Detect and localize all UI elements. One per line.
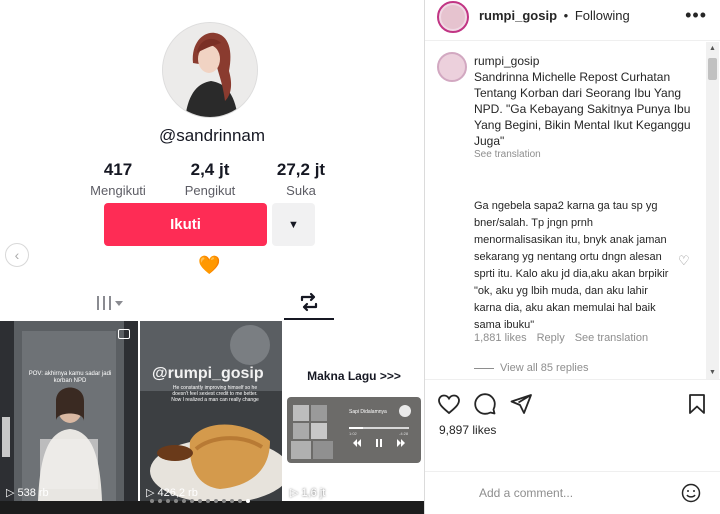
stat-followers-label: Pengikut [184,183,236,198]
stat-following[interactable]: 417 Mengikuti [73,160,163,198]
carousel-dot[interactable] [174,499,178,503]
header-username[interactable]: rumpi_gosip [479,8,557,23]
comments-section: rumpi_gosip Sandrinna Michelle Repost Cu… [425,42,708,378]
comment-see-translation[interactable]: See translation [575,332,648,344]
caption-username[interactable]: rumpi_gosip [474,54,539,68]
repost-icon [300,292,318,311]
thumbnail-caption: POV: akhirnya kamu sadar jadi korban NPD [28,371,112,384]
header-avatar[interactable] [437,1,469,33]
tab-reposts[interactable] [284,285,334,320]
comment-icon[interactable] [473,392,497,416]
comment-likes[interactable]: 1,881 likes [474,332,527,344]
orange-heart-icon: 🧡 [198,255,221,275]
player-track-title: Sapi Didalamnya [349,409,387,415]
stat-followers-count: 2,4 jt [190,160,230,179]
profile-avatar[interactable] [162,22,258,118]
multi-photo-icon [118,329,130,339]
stat-followers[interactable]: 2,4 jt Pengikut [165,160,255,198]
previous-button[interactable]: ‹ [5,243,29,267]
view-replies-label: View all 85 replies [500,362,589,374]
grid-icon [97,295,123,310]
follow-button[interactable]: Ikuti [104,203,267,246]
carousel-dot[interactable] [182,499,186,503]
more-options-button[interactable]: ▼ [272,203,315,246]
stat-likes-count: 27,2 jt [276,160,326,179]
bookmark-icon[interactable] [685,392,709,416]
player-time-elapsed: 1:02 [349,431,357,436]
add-comment-bar: Add a comment... [425,471,720,514]
smiley-icon[interactable] [681,483,701,503]
profile-username: @sandrinnam [158,126,266,145]
play-icon: ▷ [146,487,155,499]
reply-button[interactable]: Reply [537,332,565,344]
like-icon[interactable] [437,392,461,416]
see-translation-link[interactable]: See translation [474,149,541,160]
carousel-dot-active[interactable] [246,499,250,503]
video-grid: POV: akhirnya kamu sadar jadi korban NPD… [0,321,424,501]
chevron-left-icon: ‹ [14,247,20,263]
player-time-remaining: -4:28 [399,431,409,436]
thumbnail-caption: He constantly improving himself so he do… [171,385,259,403]
stat-likes: 27,2 jt Suka [256,160,346,198]
view-count: ▷ 1,6 jt [290,486,326,500]
scroll-down-icon[interactable]: ▼ [709,369,716,376]
post-caption: Sandrinna Michelle Repost Curhatan Tenta… [474,70,691,148]
caption-avatar[interactable] [437,52,467,82]
carousel-dot[interactable] [214,499,218,503]
header-separator: • [563,8,569,23]
stat-likes-label: Suka [286,183,316,198]
post-likes[interactable]: 9,897 likes [439,423,496,437]
carousel-dot[interactable] [190,499,194,503]
view-replies[interactable]: View all 85 replies [474,362,588,374]
thumbnail-title: Makna Lagu >>> [307,369,401,383]
tab-videos[interactable] [70,285,150,320]
caret-down-icon: ▼ [288,218,299,231]
post-header: rumpi_gosip • Following ••• [425,0,720,41]
carousel-dot[interactable] [198,499,202,503]
video-thumbnail[interactable]: POV: akhirnya kamu sadar jadi korban NPD… [0,321,138,501]
view-count: ▷ 538 rb [6,486,49,500]
play-icon: ▷ [6,487,15,499]
view-count: ▷ 426,2 rb [146,486,198,500]
tiktok-profile-panel: @sandrinnam 417 Mengikuti 2,4 jt Pengiku… [0,0,424,514]
share-icon[interactable] [509,392,533,416]
post-actions: 9,897 likes [425,379,720,439]
carousel-dot[interactable] [206,499,210,503]
carousel-dot[interactable] [150,499,154,503]
scrollbar-thumb[interactable] [708,58,717,80]
video-thumbnail[interactable]: Makna Lagu >>> Sapi Didalamnya 1:02 -4:2… [284,321,424,501]
view-count-text: 538 rb [17,486,49,499]
music-player-card: Sapi Didalamnya 1:02 -4:28 [287,397,421,463]
video-thumbnail[interactable]: @rumpi_gosip He constantly improving him… [140,321,282,501]
comment-like-icon[interactable]: ♡ [678,253,690,269]
stat-following-count: 417 [103,160,133,179]
carousel-dot[interactable] [230,499,234,503]
instagram-post-panel: rumpi_gosip • Following ••• rumpi_gosip … [424,0,720,514]
replies-divider [474,367,494,369]
stat-following-label: Mengikuti [90,183,146,198]
watermark-text: @rumpi_gosip [152,365,264,382]
play-icon: ▷ [290,487,299,499]
carousel-dot[interactable] [166,499,170,503]
add-comment-input[interactable]: Add a comment... [479,486,573,500]
carousel-dots [150,499,250,503]
view-count-text: 1,6 jt [301,486,326,499]
scroll-up-icon[interactable]: ▲ [709,45,716,52]
comment-meta: 1,881 likes Reply See translation [474,332,648,344]
header-user-line: rumpi_gosip • Following [479,8,630,23]
view-count-text: 426,2 rb [157,486,198,499]
carousel-dot[interactable] [238,499,242,503]
profile-tabs [0,285,424,320]
comments-scrollbar[interactable]: ▲ ▼ [706,42,719,379]
more-icon[interactable]: ••• [685,5,707,26]
following-label[interactable]: Following [575,8,630,23]
comment-text: Ga ngebela sapa2 karna ga tau sp yg bner… [474,200,669,331]
carousel-dot[interactable] [222,499,226,503]
carousel-dot[interactable] [158,499,162,503]
